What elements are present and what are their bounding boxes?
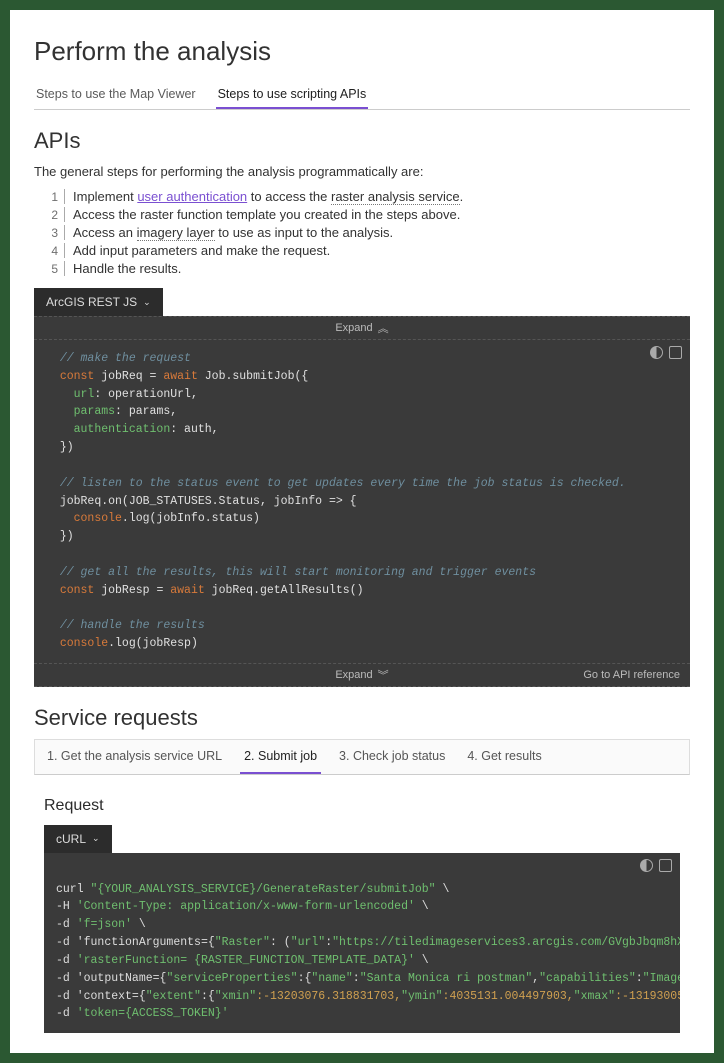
step-number: 5 <box>44 262 58 276</box>
tab-scripting-apis[interactable]: Steps to use scripting APIs <box>216 81 369 109</box>
chevron-down-icon: ︾ <box>378 667 389 683</box>
page-title: Perform the analysis <box>34 36 690 67</box>
list-item: 5 Handle the results. <box>44 261 690 276</box>
code-language-label: ArcGIS REST JS <box>46 295 137 309</box>
service-requests-heading: Service requests <box>34 705 690 731</box>
list-item: 1 Implement user authentication to acces… <box>44 189 690 204</box>
tab-get-results[interactable]: 4. Get results <box>463 740 545 774</box>
tab-get-service-url[interactable]: 1. Get the analysis service URL <box>43 740 226 774</box>
list-item: 2 Access the raster function template yo… <box>44 207 690 222</box>
chevron-down-icon: ⌄ <box>92 833 100 844</box>
copy-icon[interactable] <box>659 859 672 872</box>
curl-language-dropdown[interactable]: cURL ⌄ <box>44 825 112 853</box>
top-tabs: Steps to use the Map Viewer Steps to use… <box>34 81 690 110</box>
theme-toggle-icon[interactable] <box>650 346 663 359</box>
tab-submit-job[interactable]: 2. Submit job <box>240 740 321 774</box>
code-block-curl: curl "{YOUR_ANALYSIS_SERVICE}/GenerateRa… <box>44 853 680 1033</box>
tab-map-viewer[interactable]: Steps to use the Map Viewer <box>34 81 198 109</box>
code-language-label: cURL <box>56 832 86 846</box>
chevron-up-icon: ︽ <box>378 320 389 336</box>
imagery-layer-term[interactable]: imagery layer <box>137 225 215 241</box>
expand-top-button[interactable]: Expand ︽ <box>34 316 690 340</box>
step-number: 2 <box>44 208 58 222</box>
list-item: 3 Access an imagery layer to use as inpu… <box>44 225 690 240</box>
request-heading: Request <box>44 797 680 815</box>
copy-icon[interactable] <box>669 346 682 359</box>
api-reference-link[interactable]: Go to API reference <box>583 669 680 681</box>
code-block-rest-js: // make the request const jobReq = await… <box>34 340 690 663</box>
service-tabs: 1. Get the analysis service URL 2. Submi… <box>34 739 690 775</box>
apis-heading: APIs <box>34 128 690 154</box>
step-number: 4 <box>44 244 58 258</box>
expand-bottom-button[interactable]: Expand ︾ Go to API reference <box>34 663 690 687</box>
chevron-down-icon: ⌄ <box>143 297 151 308</box>
apis-intro: The general steps for performing the ana… <box>34 164 690 179</box>
raster-analysis-service-term[interactable]: raster analysis service <box>331 189 460 205</box>
list-item: 4 Add input parameters and make the requ… <box>44 243 690 258</box>
steps-list: 1 Implement user authentication to acces… <box>34 189 690 276</box>
step-number: 1 <box>44 190 58 204</box>
step-number: 3 <box>44 226 58 240</box>
user-authentication-link[interactable]: user authentication <box>137 189 247 204</box>
theme-toggle-icon[interactable] <box>640 859 653 872</box>
code-language-dropdown[interactable]: ArcGIS REST JS ⌄ <box>34 288 163 316</box>
tab-check-status[interactable]: 3. Check job status <box>335 740 449 774</box>
